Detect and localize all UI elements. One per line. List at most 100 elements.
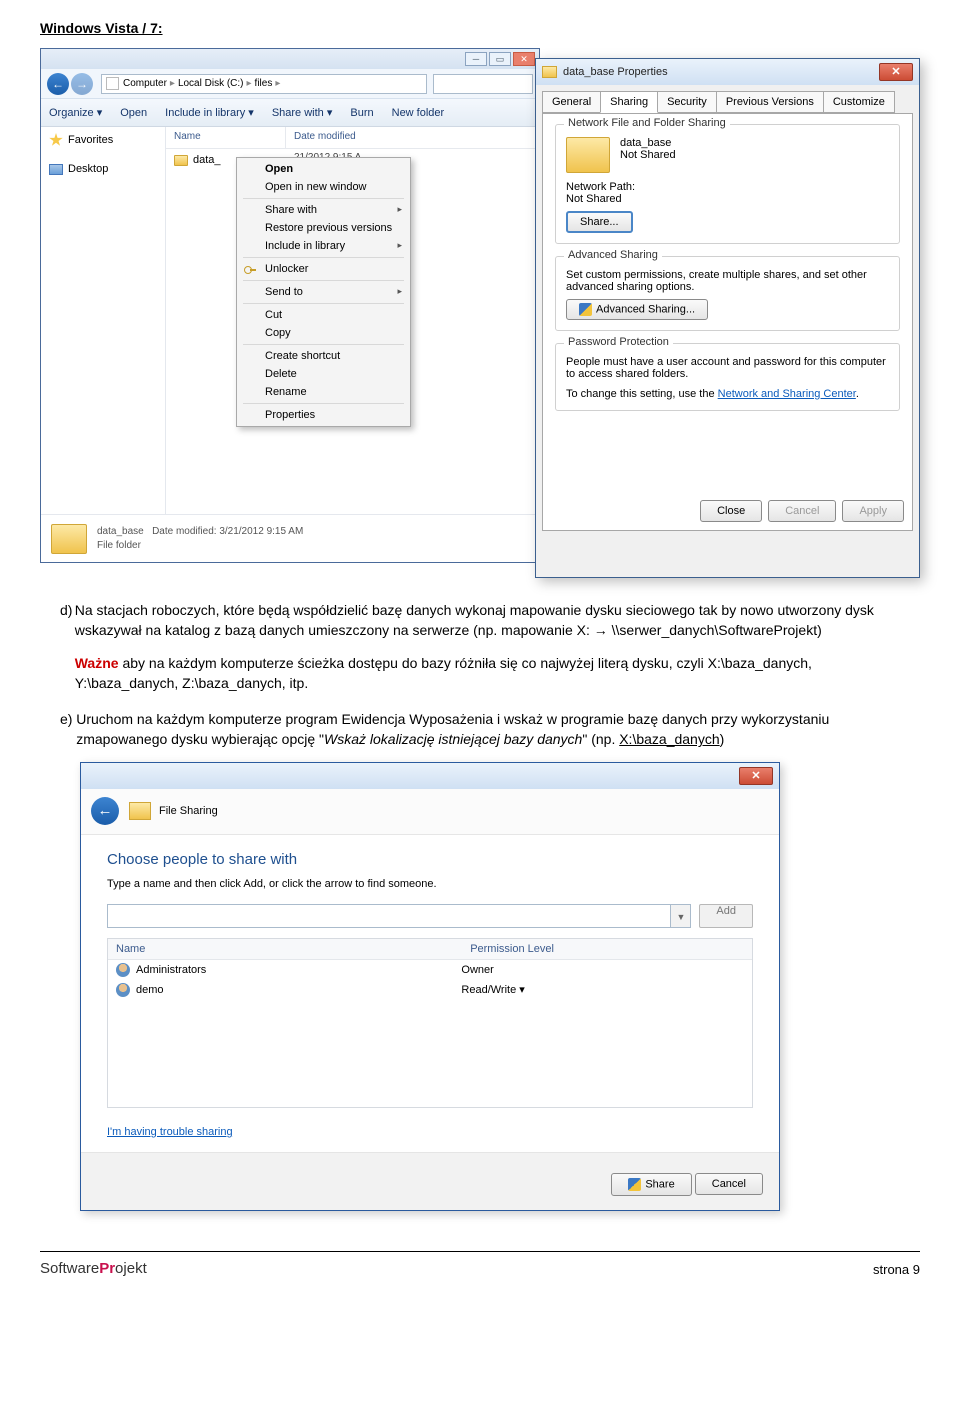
toolbar-share[interactable]: Share with ▾: [272, 106, 333, 119]
sidebar-desktop[interactable]: Desktop: [49, 163, 157, 175]
network-center-link[interactable]: Network and Sharing Center: [718, 388, 856, 400]
ctx-shortcut[interactable]: Create shortcut: [239, 347, 408, 365]
explorer-window: ─ ▭ ✕ ← → Computer▸ Local Disk (C:)▸ fil…: [40, 48, 540, 563]
path-link: X:\baza_danych: [619, 731, 719, 747]
trouble-link[interactable]: I'm having trouble sharing: [107, 1126, 233, 1138]
ctx-cut[interactable]: Cut: [239, 306, 408, 324]
properties-dialog: data_base Properties ✕ General Sharing S…: [535, 58, 920, 578]
logo: SoftwareProjekt: [40, 1260, 147, 1277]
tab-general[interactable]: General: [542, 91, 601, 113]
dropdown-button[interactable]: ▼: [671, 904, 691, 928]
toolbar-organize[interactable]: Organize ▾: [49, 106, 102, 119]
group-title: Advanced Sharing: [564, 249, 662, 261]
group-network-sharing: Network File and Folder Sharing data_bas…: [555, 124, 900, 244]
breadcrumb[interactable]: Computer: [123, 78, 167, 89]
properties-titlebar: data_base Properties ✕: [536, 59, 919, 85]
screenshot-composite: ─ ▭ ✕ ← → Computer▸ Local Disk (C:)▸ fil…: [40, 48, 920, 578]
status-name: data_base: [97, 526, 144, 537]
group-password: Password Protection People must have a u…: [555, 343, 900, 411]
key-icon: [244, 264, 256, 276]
close-button[interactable]: ✕: [739, 767, 773, 785]
forward-button[interactable]: →: [71, 73, 93, 95]
fs-titlebar: ✕: [81, 763, 779, 789]
maximize-button[interactable]: ▭: [489, 52, 511, 66]
toolbar-newfolder[interactable]: New folder: [392, 107, 445, 119]
ctx-copy[interactable]: Copy: [239, 324, 408, 342]
back-button[interactable]: ←: [47, 73, 69, 95]
tab-customize[interactable]: Customize: [823, 91, 895, 113]
back-button[interactable]: ←: [91, 797, 119, 825]
table-row[interactable]: Administrators Owner: [108, 960, 752, 980]
tab-previous[interactable]: Previous Versions: [716, 91, 824, 113]
cancel-button[interactable]: Cancel: [768, 500, 836, 522]
context-menu: Open Open in new window Share with Resto…: [236, 157, 411, 427]
table-row[interactable]: demo Read/Write ▾: [108, 980, 752, 1000]
close-button[interactable]: ✕: [879, 63, 913, 81]
ctx-send[interactable]: Send to: [239, 283, 408, 301]
apply-button[interactable]: Apply: [842, 500, 904, 522]
properties-tabs: General Sharing Security Previous Versio…: [536, 85, 919, 113]
name-input[interactable]: [107, 904, 671, 928]
breadcrumb[interactable]: files: [255, 78, 273, 89]
folder-icon: [129, 802, 151, 820]
tab-sharing[interactable]: Sharing: [600, 91, 658, 113]
fs-title-text: File Sharing: [159, 805, 218, 817]
folder-icon: [566, 137, 610, 173]
col-permission[interactable]: Permission Level: [462, 939, 752, 959]
toolbar-open[interactable]: Open: [120, 107, 147, 119]
page-footer: SoftwareProjekt strona 9: [40, 1251, 920, 1277]
search-input[interactable]: [433, 74, 533, 94]
explorer-toolbar: Organize ▾ Open Include in library ▾ Sha…: [41, 99, 539, 127]
explorer-filelist: Name Date modified data_ 21/2012 9:15 A …: [166, 127, 539, 514]
permissions-table: Name Permission Level Administrators Own…: [107, 938, 753, 1108]
group-text: To change this setting, use the: [566, 388, 718, 400]
breadcrumb[interactable]: Local Disk (C:): [178, 78, 244, 89]
group-text: People must have a user account and pass…: [566, 356, 889, 380]
ctx-open[interactable]: Open: [239, 160, 408, 178]
explorer-statusbar: data_base Date modified: 3/21/2012 9:15 …: [41, 514, 539, 562]
list-item-e: e) Uruchom na każdym komputerze program …: [60, 709, 890, 750]
share-button[interactable]: Share...: [566, 211, 633, 233]
status-type: File folder: [97, 540, 141, 551]
col-date[interactable]: Date modified: [286, 127, 539, 148]
paragraph: aby na każdym komputerze ścieżka dostępu…: [75, 655, 812, 691]
share-state: Not Shared: [620, 149, 676, 161]
close-button[interactable]: Close: [700, 500, 762, 522]
advanced-sharing-button[interactable]: Advanced Sharing...: [566, 299, 708, 320]
ctx-include[interactable]: Include in library: [239, 237, 408, 255]
ctx-open-new[interactable]: Open in new window: [239, 178, 408, 196]
tab-security[interactable]: Security: [657, 91, 717, 113]
col-name[interactable]: Name: [108, 939, 462, 959]
ctx-restore[interactable]: Restore previous versions: [239, 219, 408, 237]
fs-heading: Choose people to share with: [107, 851, 753, 868]
shield-icon: [579, 303, 592, 316]
close-button[interactable]: ✕: [513, 52, 535, 66]
ctx-share[interactable]: Share with: [239, 201, 408, 219]
col-name[interactable]: Name: [166, 127, 286, 148]
shield-icon: [628, 1178, 641, 1191]
fs-navbar: ← File Sharing: [81, 789, 779, 835]
cancel-button[interactable]: Cancel: [695, 1173, 763, 1195]
toolbar-include[interactable]: Include in library ▾: [165, 106, 254, 119]
ctx-rename[interactable]: Rename: [239, 383, 408, 401]
computer-icon: [106, 77, 119, 90]
page-number: strona 9: [873, 1262, 920, 1277]
share-button[interactable]: Share: [611, 1173, 691, 1196]
toolbar-burn[interactable]: Burn: [350, 107, 373, 119]
folder-icon: [51, 524, 87, 554]
star-icon: [49, 133, 63, 147]
user-icon: [116, 983, 130, 997]
file-sharing-dialog: ✕ ← File Sharing Choose people to share …: [80, 762, 780, 1211]
desktop-icon: [49, 164, 63, 175]
important-label: Ważne: [75, 655, 119, 671]
ctx-delete[interactable]: Delete: [239, 365, 408, 383]
folder-icon: [542, 66, 557, 78]
ctx-properties[interactable]: Properties: [239, 406, 408, 424]
group-title: Network File and Folder Sharing: [564, 117, 730, 129]
address-bar[interactable]: Computer▸ Local Disk (C:)▸ files▸: [101, 74, 427, 94]
ctx-unlocker[interactable]: Unlocker: [239, 260, 408, 278]
minimize-button[interactable]: ─: [465, 52, 487, 66]
add-button[interactable]: Add: [699, 904, 753, 928]
share-name: data_base: [620, 137, 676, 149]
sidebar-favorites[interactable]: Favorites: [49, 133, 157, 147]
